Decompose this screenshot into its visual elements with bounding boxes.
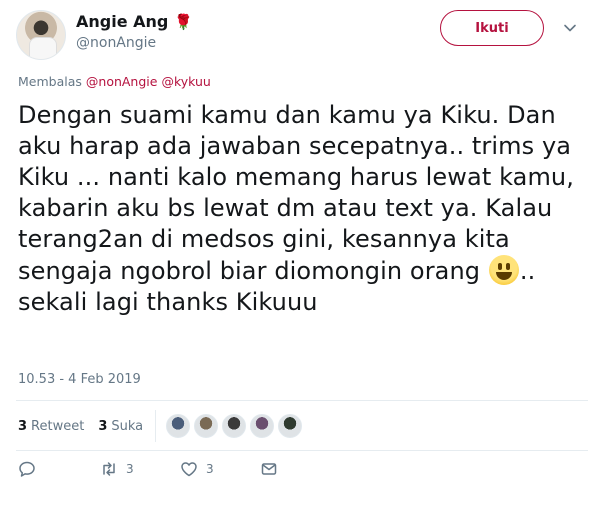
retweet-stat[interactable]: 3 Retweet [18,419,84,434]
like-action-count: 3 [206,462,214,476]
retweet-button[interactable]: 3 [100,460,134,478]
message-button[interactable] [260,460,278,478]
divider [16,450,588,451]
retweet-label: Retweet [31,418,85,434]
stats-separator [155,410,157,442]
tweet-text-part: Dengan suami kamu dan kamu ya Kiku. Dan … [18,101,574,285]
divider [16,400,588,401]
author-name-text[interactable]: Angie Ang [76,12,168,31]
rose-icon: 🌹 [174,13,194,31]
heart-icon [181,462,197,477]
follow-button[interactable]: Ikuti [440,10,544,46]
liker-avatar[interactable] [222,414,247,438]
like-stat[interactable]: 3 Suka [98,419,143,434]
like-count: 3 [98,418,108,434]
retweet-action-count: 3 [126,462,134,476]
author-name[interactable]: Angie Ang 🌹 [76,12,193,31]
author-avatar[interactable] [16,10,66,60]
liker-avatars [166,414,306,438]
retweet-count: 3 [18,418,28,434]
chevron-down-icon[interactable] [562,20,578,36]
like-label: Suka [111,418,144,434]
replying-to: Membalas @nonAngie @kykuu [18,74,211,89]
tweet-timestamp[interactable]: 10.53 - 4 Feb 2019 [18,372,141,387]
tweet-text: Dengan suami kamu dan kamu ya Kiku. Dan … [18,100,578,318]
replying-prefix: Membalas [18,74,82,89]
tweet-header: Angie Ang 🌹 @nonAngie Ikuti [16,8,596,60]
author-handle[interactable]: @nonAngie [76,35,156,51]
envelope-icon [261,463,277,475]
mention-link[interactable]: @nonAngie [86,74,158,89]
liker-avatar[interactable] [194,414,219,438]
liker-avatar[interactable] [278,414,303,438]
liker-avatar[interactable] [250,414,275,438]
reply-icon [19,461,35,477]
reply-button[interactable] [18,460,36,478]
like-button[interactable]: 3 [180,460,214,478]
tweet-actions: 3 3 [18,460,318,484]
retweet-icon [103,462,115,476]
mention-link[interactable]: @kykuu [161,74,210,89]
liker-avatar[interactable] [166,414,191,438]
tweet-stats: 3 Retweet 3 Suka [18,410,588,442]
grinning-face-emoji-icon [488,255,519,285]
